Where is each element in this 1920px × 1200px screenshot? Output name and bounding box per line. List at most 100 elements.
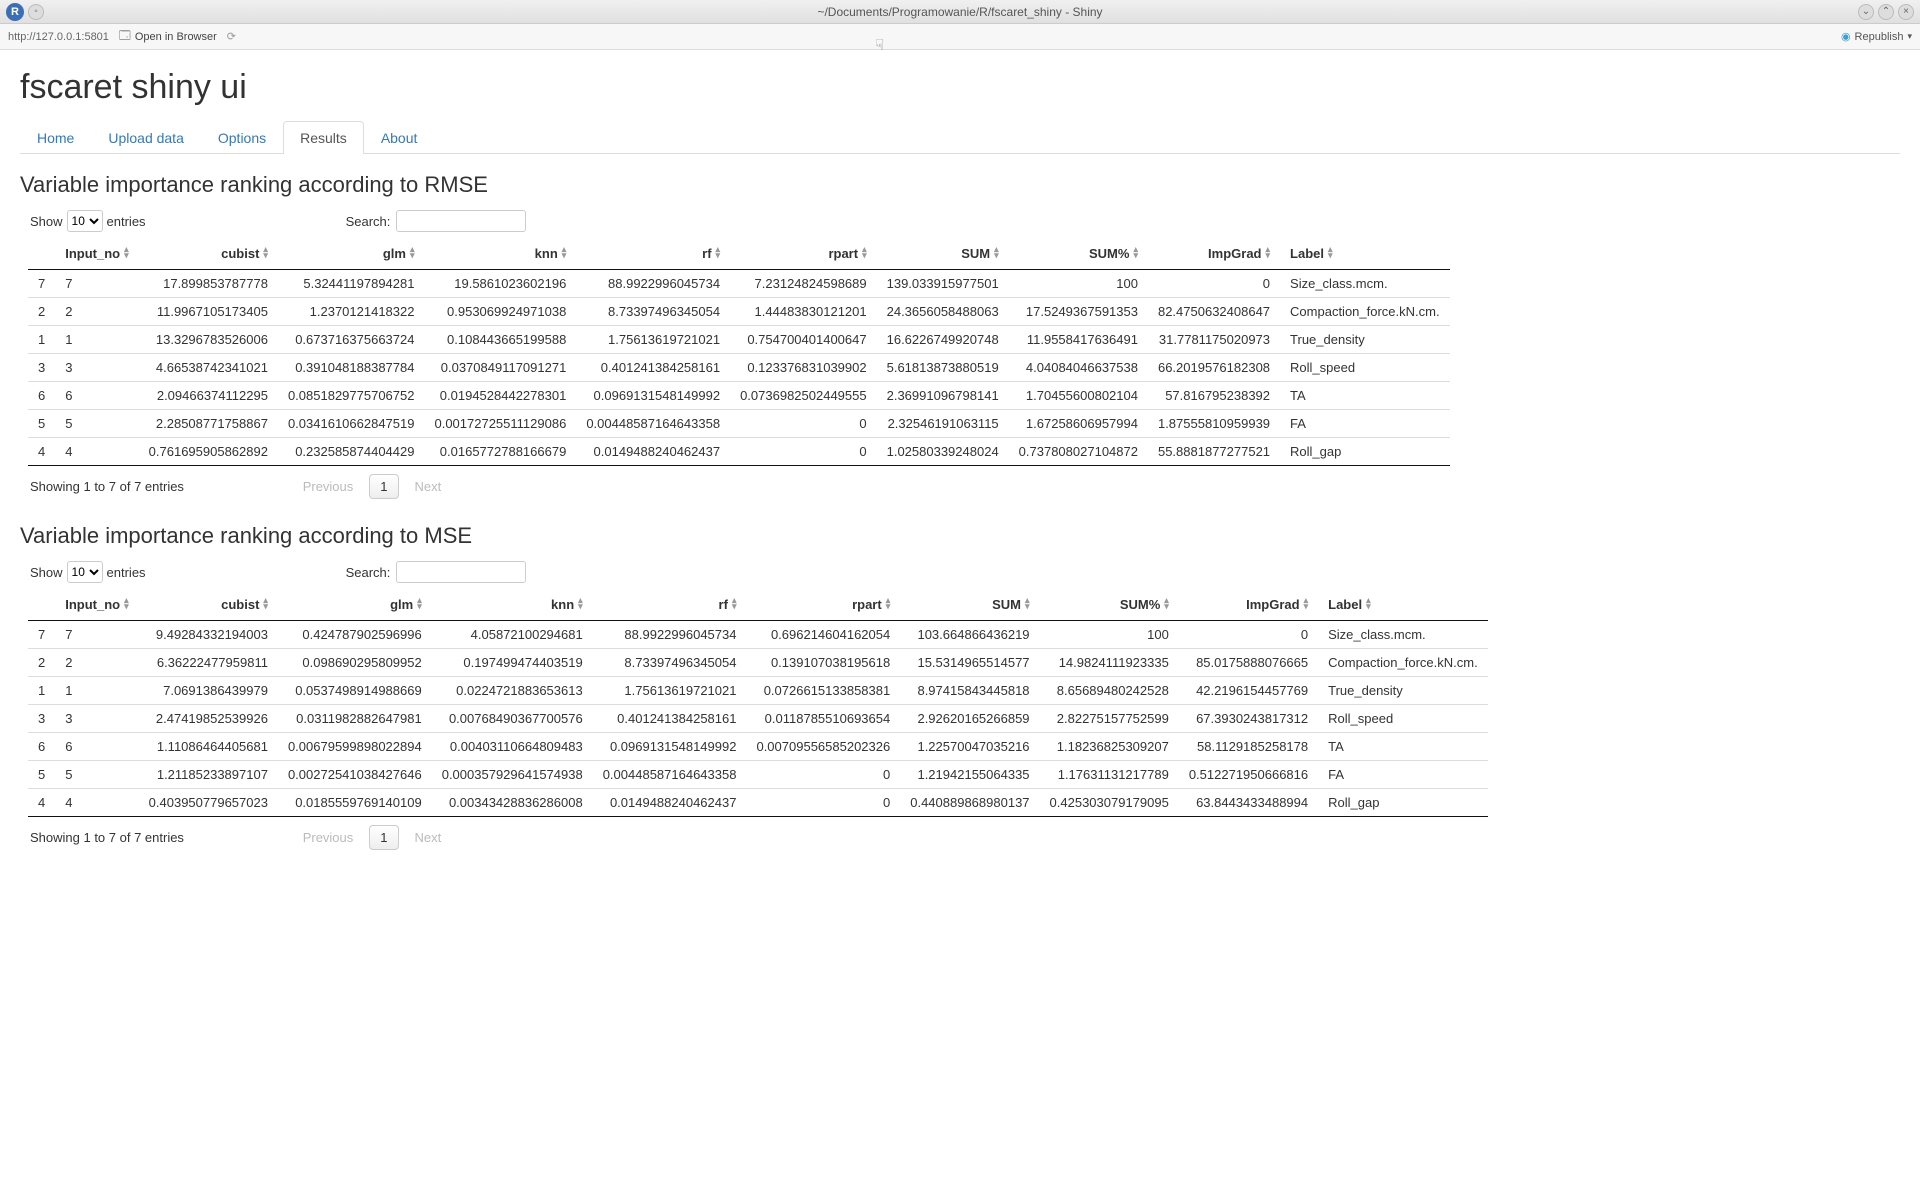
column-header[interactable]: ImpGrad▴▾ [1148, 238, 1280, 270]
table-cell: 0.000357929641574938 [432, 761, 593, 789]
next-button[interactable]: Next [405, 826, 452, 849]
table-cell: 0 [730, 410, 877, 438]
republish-button[interactable]: ◉ Republish ▾ [1841, 30, 1912, 43]
table-cell: 14.9824111923335 [1040, 649, 1179, 677]
table-cell: 4 [28, 789, 55, 817]
show-label: Show [30, 565, 63, 580]
table-cell: 42.2196154457769 [1179, 677, 1318, 705]
table-cell: 0.0969131548149992 [576, 382, 730, 410]
table-cell: 4 [28, 438, 55, 466]
table-cell: Compaction_force.kN.cm. [1318, 649, 1488, 677]
search-input[interactable] [396, 210, 526, 232]
table-cell: 63.8443433488994 [1179, 789, 1318, 817]
table-cell: 0.197499474403519 [432, 649, 593, 677]
url-text: http://127.0.0.1:5801 [8, 31, 109, 43]
page-title: fscaret shiny ui [20, 68, 1900, 107]
table-cell: 1.22570047035216 [900, 733, 1039, 761]
tab-upload-data[interactable]: Upload data [91, 121, 201, 154]
entries-label: entries [107, 565, 146, 580]
open-in-browser-button[interactable]: 🗔 Open in Browser [119, 27, 217, 46]
column-header[interactable]: Input_no▴▾ [55, 589, 138, 621]
column-header[interactable]: glm▴▾ [278, 589, 432, 621]
prev-button[interactable]: Previous [293, 826, 364, 849]
column-header[interactable]: ImpGrad▴▾ [1179, 589, 1318, 621]
entries-select[interactable]: 10 [67, 210, 103, 232]
table-cell: 1.11086464405681 [139, 733, 278, 761]
column-header[interactable]: knn▴▾ [424, 238, 576, 270]
table-cell: 6 [55, 382, 138, 410]
tab-options[interactable]: Options [201, 121, 283, 154]
rmse-table: Input_no▴▾cubist▴▾glm▴▾knn▴▾rf▴▾rpart▴▾S… [28, 238, 1450, 466]
tab-results[interactable]: Results [283, 121, 364, 154]
table-cell: 0.0224721883653613 [432, 677, 593, 705]
column-header[interactable]: SUM%▴▾ [1009, 238, 1148, 270]
table-cell: Roll_gap [1318, 789, 1488, 817]
column-header[interactable] [28, 589, 55, 621]
table-cell: 0.0341610662847519 [278, 410, 425, 438]
column-header[interactable]: cubist▴▾ [139, 238, 278, 270]
section-title-mse: Variable importance ranking according to… [20, 523, 1900, 549]
column-header[interactable]: Input_no▴▾ [55, 238, 138, 270]
tab-home[interactable]: Home [20, 121, 91, 154]
table-cell: Roll_speed [1318, 705, 1488, 733]
table-cell: 0.754700401400647 [730, 326, 877, 354]
next-button[interactable]: Next [405, 475, 452, 498]
column-header[interactable]: Label▴▾ [1280, 238, 1450, 270]
column-header[interactable]: SUM▴▾ [900, 589, 1039, 621]
back-icon[interactable]: ◦ [28, 4, 44, 20]
table-cell: 0.673716375663724 [278, 326, 425, 354]
table-cell: 4 [55, 438, 138, 466]
column-header[interactable]: SUM▴▾ [877, 238, 1009, 270]
page-1-button[interactable]: 1 [369, 825, 398, 850]
table-row: 7717.8998537877785.3244119789428119.5861… [28, 270, 1450, 298]
column-header[interactable]: cubist▴▾ [139, 589, 278, 621]
table-cell: 2.92620165266859 [900, 705, 1039, 733]
table-cell: Size_class.mcm. [1318, 621, 1488, 649]
prev-button[interactable]: Previous [293, 475, 364, 498]
column-header[interactable]: rpart▴▾ [746, 589, 900, 621]
table-cell: 0.424787902596996 [278, 621, 432, 649]
table-cell: 6 [55, 733, 138, 761]
table-cell: TA [1318, 733, 1488, 761]
section-title-rmse: Variable importance ranking according to… [20, 172, 1900, 198]
refresh-icon[interactable]: ⟳ [227, 30, 236, 43]
maximize-icon[interactable]: ⌃ [1878, 4, 1894, 20]
table-cell: 0.0736982502449555 [730, 382, 877, 410]
entries-select[interactable]: 10 [67, 561, 103, 583]
table-cell: 1 [28, 677, 55, 705]
column-header[interactable]: rf▴▾ [593, 589, 747, 621]
table-cell: 2 [28, 298, 55, 326]
table-row: 117.06913864399790.05374989149886690.022… [28, 677, 1488, 705]
table-cell: 0.00272541038427646 [278, 761, 432, 789]
table-cell: 5.32441197894281 [278, 270, 425, 298]
table-cell: 0 [730, 438, 877, 466]
column-header[interactable]: SUM%▴▾ [1040, 589, 1179, 621]
table-cell: 0.00768490367700576 [432, 705, 593, 733]
table-cell: 0.139107038195618 [746, 649, 900, 677]
close-icon[interactable]: × [1898, 4, 1914, 20]
table-cell: 3 [28, 705, 55, 733]
search-label: Search: [346, 214, 391, 229]
mse-table: Input_no▴▾cubist▴▾glm▴▾knn▴▾rf▴▾rpart▴▾S… [28, 589, 1488, 817]
minimize-icon[interactable]: ⌄ [1858, 4, 1874, 20]
table-row: 334.665387423410210.3910481883877840.037… [28, 354, 1450, 382]
column-header[interactable]: knn▴▾ [432, 589, 593, 621]
table-cell: 0.953069924971038 [424, 298, 576, 326]
table-cell: 0 [746, 789, 900, 817]
column-header[interactable]: rpart▴▾ [730, 238, 877, 270]
page-1-button[interactable]: 1 [369, 474, 398, 499]
column-header[interactable]: Label▴▾ [1318, 589, 1488, 621]
table-cell: 0.0969131548149992 [593, 733, 747, 761]
column-header[interactable]: rf▴▾ [576, 238, 730, 270]
browser-icon: 🗔 [119, 27, 131, 46]
search-input[interactable] [396, 561, 526, 583]
table-cell: 7 [28, 621, 55, 649]
column-header[interactable] [28, 238, 55, 270]
table-cell: 1 [28, 326, 55, 354]
table-cell: 2 [28, 649, 55, 677]
column-header[interactable]: glm▴▾ [278, 238, 425, 270]
table-cell: 0.401241384258161 [593, 705, 747, 733]
table-cell: 0.0851829775706752 [278, 382, 425, 410]
pagination-rmse: Previous 1 Next [293, 474, 452, 499]
tab-about[interactable]: About [364, 121, 435, 154]
